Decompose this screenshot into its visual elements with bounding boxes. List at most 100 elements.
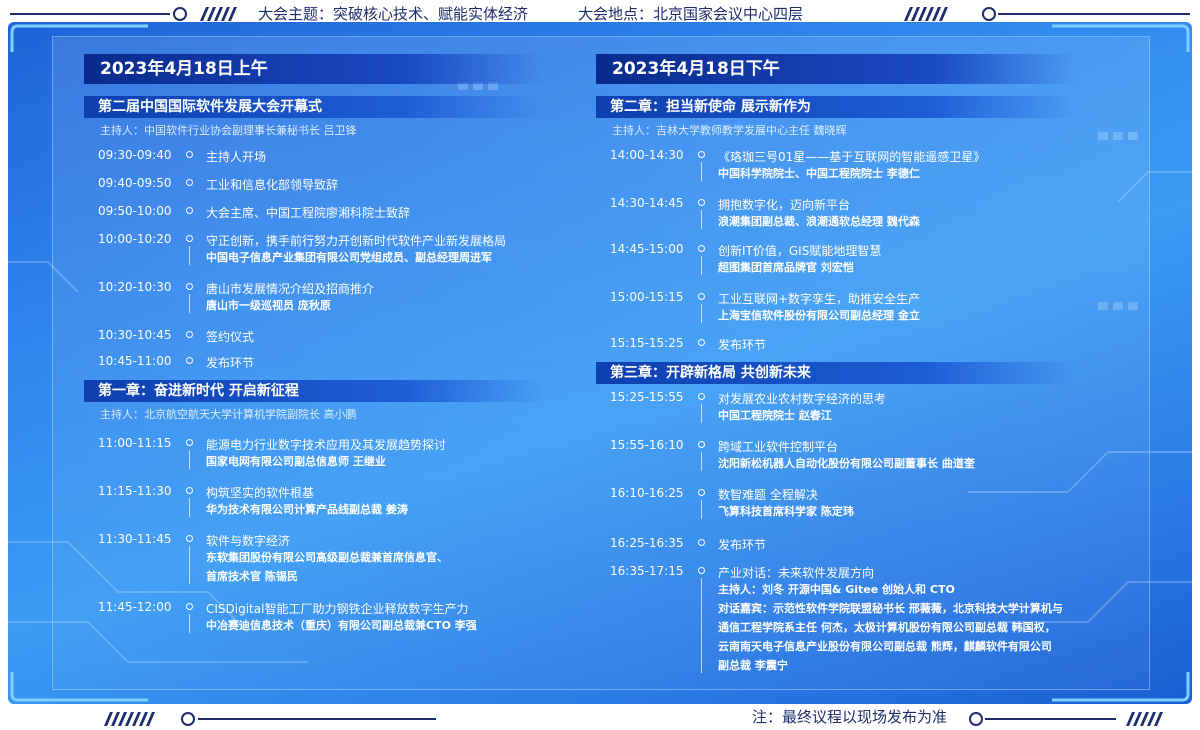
item-title: 工业和信息化部领导致辞 [206,178,339,192]
section-host: 主持人：中国软件行业协会副理事长兼秘书长 吕卫锋 [100,124,357,137]
timeline-line [189,450,190,469]
timeline-dot-icon [186,357,193,364]
timeline-dot-icon [698,245,705,252]
footer-note: 注：最终议程以现场发布为准 [752,708,948,726]
item-time: 15:25-15:55 [610,390,684,404]
section-header: 第二章：担当新使命 展示新作为 [596,96,1076,118]
item-title: 发布环节 [206,356,255,370]
item-title: 唐山市发展情况介绍及招商推介 [206,282,375,296]
conference-venue: 大会地点：北京国家会议中心四层 [578,5,804,23]
item-title: 跨域工业软件控制平台 [718,440,839,454]
item-time: 11:15-11:30 [98,484,172,498]
item-title: 签约仪式 [206,330,255,344]
timeline-dot-icon [186,487,193,494]
item-speaker: 华为技术有限公司计算产品线副总裁 姜涛 [206,503,408,516]
section-header: 第二届中国国际软件发展大会开幕式 [84,96,544,118]
timeline-line [189,246,190,265]
section-header: 第三章：开辟新格局 共创新未来 [596,362,1076,384]
timeline-dot-icon [186,283,193,290]
item-speaker: 超图集团首席品牌官 刘宏恺 [718,261,854,274]
item-time: 11:45-12:00 [98,600,172,614]
item-title: 守正创新，携手前行努力开创新时代软件产业新发展格局 [206,234,507,248]
conference-theme: 大会主题：突破核心技术、赋能实体经济 [258,5,529,23]
item-time: 15:00-15:15 [610,290,684,304]
section-host: 主持人：吉林大学教师教学发展中心主任 魏晓辉 [612,124,847,137]
item-title: 软件与数字经济 [206,534,291,548]
item-time: 14:30-14:45 [610,196,684,210]
item-title: 发布环节 [718,338,767,352]
item-speaker: 飞算科技首席科学家 陈定玮 [718,505,854,518]
item-time: 10:20-10:30 [98,280,172,294]
item-speaker: 唐山市一级巡视员 庞秋原 [206,299,331,312]
timeline-dot-icon [698,339,705,346]
timeline-dot-icon [698,199,705,206]
item-title: 对发展农业农村数字经济的思考 [718,392,887,406]
item-title: 工业互联网+数字孪生，助推安全生产 [718,292,921,306]
timeline-dot-icon [698,293,705,300]
item-title: 主持人开场 [206,150,267,164]
item-time: 16:10-16:25 [610,486,684,500]
item-title: 发布环节 [718,538,767,552]
timeline-dot-icon [698,151,705,158]
item-speaker: 对话嘉宾：示范性软件学院联盟秘书长 邢薇薇，北京科技大学计算机与 [718,602,1063,615]
item-title: 拥抱数字化，迈向新平台 [718,198,851,212]
timeline-dot-icon [186,207,193,214]
timeline-line [701,304,702,323]
section-header: 第一章：奋进新时代 开启新征程 [84,380,544,402]
item-speaker: 主持人：刘冬 开源中国& Gitee 创始人和 CTO [718,583,955,596]
timeline-dot-icon [186,535,193,542]
item-title: 构筑坚实的软件根基 [206,486,315,500]
item-speaker: 浪潮集团副总裁、浪潮通软总经理 魏代森 [718,215,920,228]
item-title: 能源电力行业数字技术应用及其发展趋势探讨 [206,438,447,452]
item-title: 创新IT价值，GIS赋能地理智慧 [718,244,882,258]
item-title: 产业对话：未来软件发展方向 [718,566,875,580]
item-time: 14:45-15:00 [610,242,684,256]
bottom-left-deco-icon [104,712,436,726]
item-speaker: 东软集团股份有限公司高级副总裁兼首席信息官、 [206,551,448,564]
item-time: 15:55-16:10 [610,438,684,452]
item-title: 《珞珈三号01星——基于互联网的智能遥感卫星》 [718,150,986,164]
item-time: 09:30-09:40 [98,148,172,162]
timeline-line [701,404,702,423]
item-speaker: 首席技术官 陈锡民 [206,570,298,583]
timeline-line [701,578,702,673]
item-title: 数智难题 全程解决 [718,488,818,502]
item-time: 10:00-10:20 [98,232,172,246]
timeline-dot-icon [186,439,193,446]
timeline-line [701,256,702,275]
item-time: 10:45-11:00 [98,354,172,368]
timeline-line [701,500,702,519]
item-time: 16:35-17:15 [610,564,684,578]
timeline-line [701,210,702,229]
timeline-dot-icon [186,603,193,610]
timeline-dot-icon [186,331,193,338]
item-speaker: 中冶赛迪信息技术（重庆）有限公司副总裁兼CTO 李强 [206,619,477,632]
item-time: 10:30-10:45 [98,328,172,342]
timeline-dot-icon [186,151,193,158]
timeline-line [189,614,190,633]
timeline-dot-icon [186,235,193,242]
timeline-dot-icon [698,567,705,574]
item-speaker: 中国科学院院士、中国工程院院士 李德仁 [718,167,920,180]
item-speaker: 中国工程院院士 赵春江 [718,409,832,422]
timeline-line [701,452,702,471]
item-time: 09:50-10:00 [98,204,172,218]
day-header: 2023年4月18日下午 [596,54,1076,84]
item-time: 11:30-11:45 [98,532,172,546]
section-host: 主持人：北京航空航天大学计算机学院副院长 高小鹏 [100,408,357,421]
timeline-dot-icon [698,393,705,400]
item-speaker: 云南南天电子信息产业股份有限公司副总裁 熊辉，麒麟软件有限公司 [718,640,1052,653]
timeline-dot-icon [186,179,193,186]
item-title: CISDigital智能工厂助力钢铁企业释放数字生产力 [206,602,469,616]
item-speaker: 上海宝信软件股份有限公司副总经理 金立 [718,309,920,322]
timeline-dot-icon [698,539,705,546]
item-speaker: 沈阳新松机器人自动化股份有限公司副董事长 曲道奎 [718,457,975,470]
timeline-line [189,294,190,313]
item-time: 15:15-15:25 [610,336,684,350]
timeline-line [189,498,190,517]
item-speaker: 国家电网有限公司副总信息师 王继业 [206,455,386,468]
item-speaker: 中国电子信息产业集团有限公司党组成员、副总经理周进军 [206,251,492,264]
bottom-right-deco-icon [969,712,1163,726]
item-time: 11:00-11:15 [98,436,172,450]
timeline-dot-icon [698,489,705,496]
